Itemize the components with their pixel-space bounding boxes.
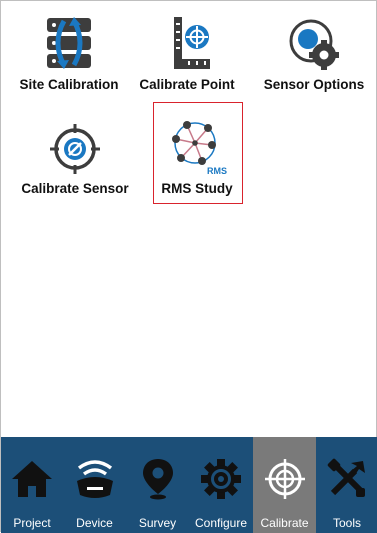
tab-label: Device bbox=[76, 516, 113, 530]
calibrate-point-icon bbox=[174, 17, 210, 69]
tab-label: Configure bbox=[194, 516, 248, 530]
tab-project[interactable]: Project bbox=[1, 437, 63, 533]
map-pin-icon bbox=[142, 459, 173, 500]
tile-label: RMS Study bbox=[161, 181, 233, 196]
tab-label: Project bbox=[13, 516, 51, 530]
tile-calibrate-point[interactable]: Calibrate Point bbox=[127, 15, 247, 92]
bottom-nav: Project Device Survey Configure Calibrat… bbox=[1, 437, 377, 533]
crosshair-icon bbox=[264, 459, 305, 499]
tile-calibrate-sensor[interactable]: Calibrate Sensor bbox=[15, 121, 135, 196]
tile-site-calibration[interactable]: Site Calibration bbox=[9, 15, 129, 92]
app-frame: Site Calibration Calibrate Point Sensor … bbox=[0, 0, 377, 533]
tab-calibrate[interactable]: Calibrate bbox=[253, 437, 316, 533]
tab-tools[interactable]: Tools bbox=[316, 437, 377, 533]
tile-rms-study[interactable]: RMS RMS Study bbox=[137, 117, 257, 196]
site-calibration-icon bbox=[47, 17, 91, 69]
calibrate-sensor-icon bbox=[50, 124, 100, 174]
sensor-options-icon bbox=[289, 19, 339, 70]
gnss-receiver-icon bbox=[76, 460, 113, 498]
rms-study-icon: RMS bbox=[172, 121, 227, 176]
tile-label: Sensor Options bbox=[263, 77, 365, 92]
tab-configure[interactable]: Configure bbox=[189, 437, 253, 533]
tab-label: Tools bbox=[332, 516, 361, 530]
tab-label: Calibrate bbox=[260, 516, 309, 530]
gear-icon bbox=[201, 459, 241, 499]
tab-device[interactable]: Device bbox=[63, 437, 126, 533]
tile-label: Calibrate Point bbox=[139, 77, 235, 92]
rms-icon-text: RMS bbox=[207, 166, 227, 176]
tile-sensor-options[interactable]: Sensor Options bbox=[254, 15, 374, 92]
tab-survey[interactable]: Survey bbox=[126, 437, 189, 533]
tile-label: Site Calibration bbox=[19, 77, 119, 92]
tools-icon bbox=[327, 458, 365, 497]
home-icon bbox=[12, 461, 52, 497]
tile-label: Calibrate Sensor bbox=[21, 181, 129, 196]
tab-label: Survey bbox=[138, 516, 177, 530]
